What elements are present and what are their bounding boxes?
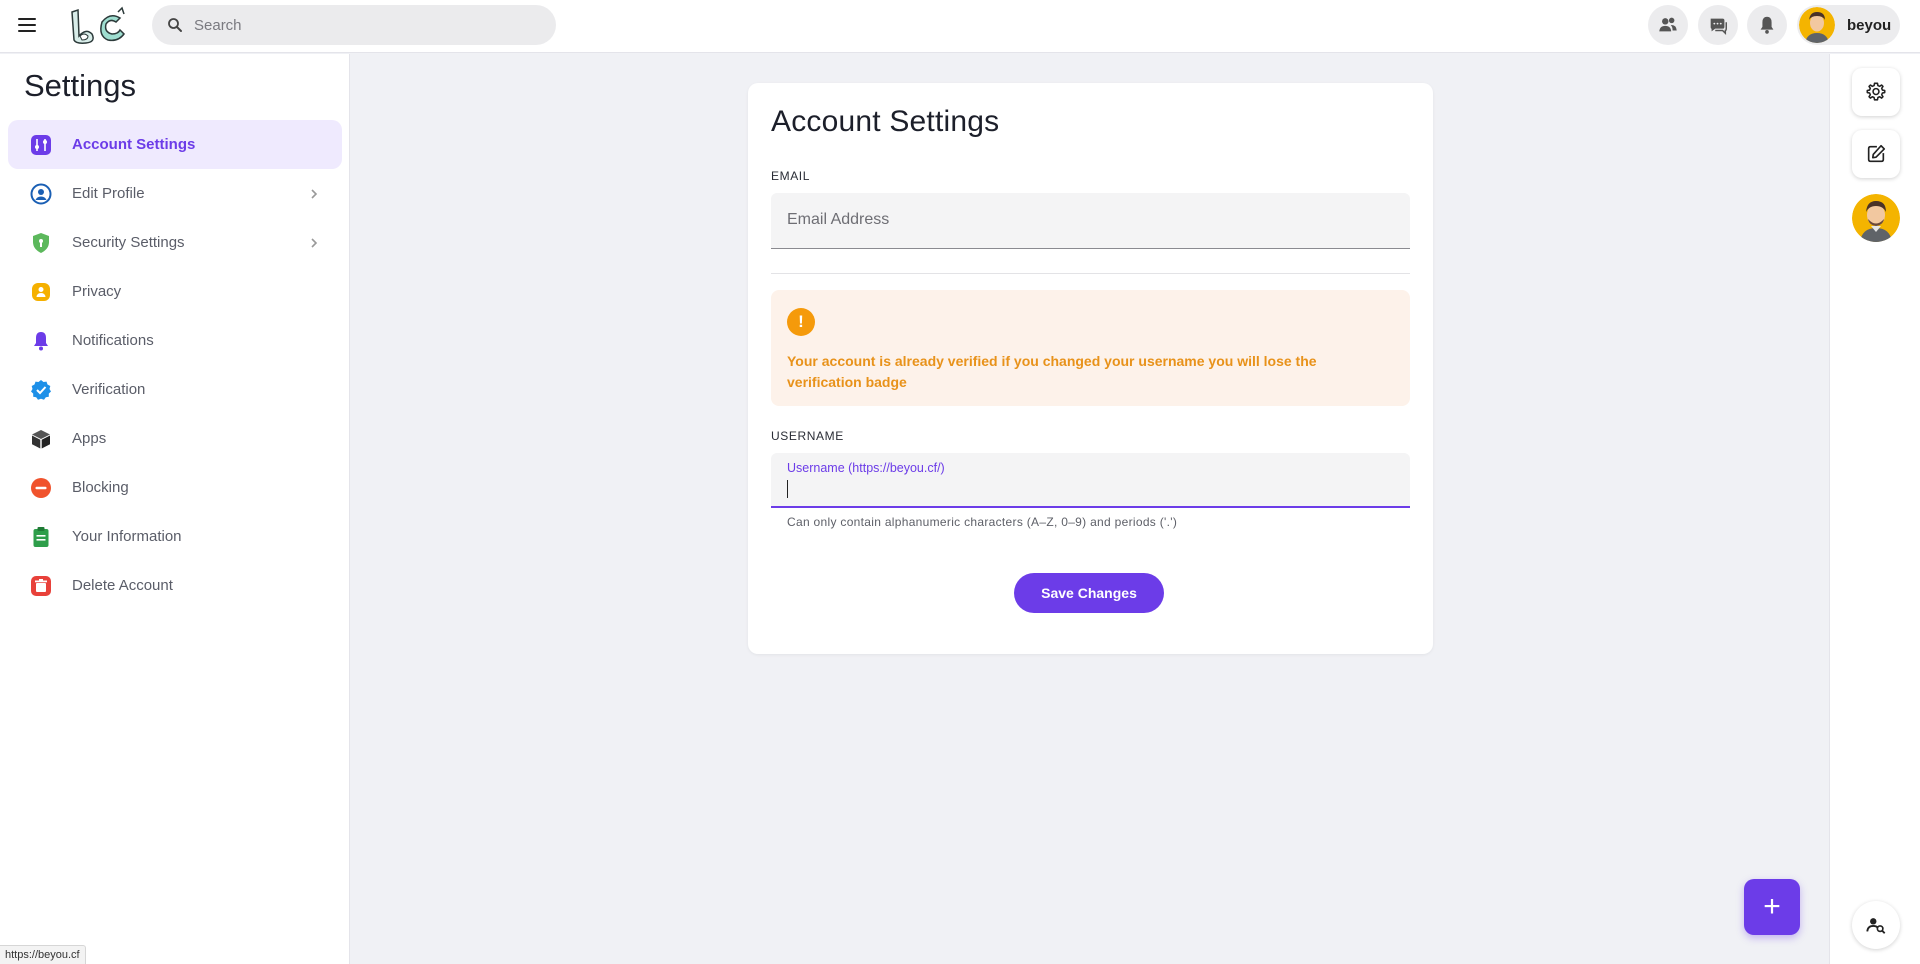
verification-warning-alert: ! Your account is already verified if yo… — [771, 290, 1410, 406]
verified-badge-icon — [30, 379, 52, 401]
notifications-bell-icon[interactable] — [1747, 5, 1787, 45]
right-rail — [1829, 54, 1920, 964]
sidebar-item-label: Edit Profile — [72, 185, 145, 202]
account-settings-card: Account Settings EMAIL ! Your account is… — [748, 83, 1433, 654]
block-icon — [30, 477, 52, 499]
search-input[interactable] — [194, 16, 534, 34]
sidebar-item-label: Account Settings — [72, 136, 196, 153]
friends-icon[interactable] — [1648, 5, 1688, 45]
chevron-right-icon — [311, 237, 318, 248]
page-title: Account Settings — [771, 105, 1000, 138]
username-field-label: Username (https://beyou.cf/) — [787, 461, 945, 475]
email-input[interactable] — [787, 211, 1387, 229]
clipboard-icon — [30, 526, 52, 548]
email-section-label: EMAIL — [771, 169, 811, 183]
menu-icon[interactable] — [14, 12, 40, 38]
sidebar-item-account-settings[interactable]: Account Settings — [8, 120, 342, 169]
sliders-icon — [30, 134, 52, 156]
email-field[interactable] — [771, 193, 1410, 249]
sidebar-item-delete-account[interactable]: Delete Account — [8, 561, 342, 610]
top-bar: beyou — [0, 0, 1920, 53]
sidebar-item-label: Verification — [72, 381, 146, 398]
divider — [771, 273, 1410, 274]
plus-icon: + — [1763, 890, 1781, 923]
username-helper-text: Can only contain alphanumeric characters… — [787, 515, 1178, 529]
privacy-icon — [30, 281, 52, 303]
sidebar-item-verification[interactable]: Verification — [8, 365, 342, 414]
profile-avatar[interactable] — [1852, 194, 1900, 242]
sidebar-item-label: Notifications — [72, 332, 154, 349]
sidebar-item-blocking[interactable]: Blocking — [8, 463, 342, 512]
edit-post-icon[interactable] — [1852, 130, 1900, 178]
username-label: beyou — [1847, 16, 1892, 34]
username-section-label: USERNAME — [771, 429, 844, 443]
sidebar-item-apps[interactable]: Apps — [8, 414, 342, 463]
settings-sidebar: Settings Account Settings Edit Profile S… — [0, 54, 350, 964]
search-bar[interactable] — [152, 5, 556, 45]
warning-icon: ! — [787, 308, 815, 336]
sidebar-item-your-information[interactable]: Your Information — [8, 512, 342, 561]
sidebar-item-label: Security Settings — [72, 234, 185, 251]
username-field[interactable]: Username (https://beyou.cf/) — [771, 453, 1410, 508]
sidebar-item-label: Apps — [72, 430, 107, 447]
sidebar-item-security-settings[interactable]: Security Settings — [8, 218, 342, 267]
sidebar-item-label: Blocking — [72, 479, 129, 496]
sidebar-item-edit-profile[interactable]: Edit Profile — [8, 169, 342, 218]
find-people-icon[interactable] — [1852, 901, 1900, 949]
trash-icon — [30, 575, 52, 597]
sidebar-item-privacy[interactable]: Privacy — [8, 267, 342, 316]
save-changes-button[interactable]: Save Changes — [1014, 573, 1164, 613]
cube-icon — [30, 428, 52, 450]
avatar — [1799, 7, 1835, 43]
messages-icon[interactable] — [1698, 5, 1738, 45]
sidebar-item-label: Privacy — [72, 283, 122, 300]
create-post-button[interactable]: + — [1744, 879, 1800, 935]
status-bar-url: https://beyou.cf — [0, 945, 86, 964]
app-logo[interactable] — [66, 6, 132, 46]
shield-icon — [30, 232, 52, 254]
sidebar-title: Settings — [24, 68, 137, 103]
user-menu[interactable]: beyou — [1797, 5, 1900, 45]
sidebar-item-label: Your Information — [72, 528, 182, 545]
sidebar-item-label: Delete Account — [72, 577, 173, 594]
search-icon — [168, 18, 182, 32]
alert-message: Your account is already verified if you … — [787, 353, 1317, 390]
chevron-right-icon — [311, 188, 318, 199]
settings-nav: Account Settings Edit Profile Security S… — [8, 120, 342, 610]
sidebar-item-notifications[interactable]: Notifications — [8, 316, 342, 365]
username-input[interactable] — [785, 479, 1385, 497]
settings-gear-icon[interactable] — [1852, 68, 1900, 116]
user-circle-icon — [30, 183, 52, 205]
bell-icon — [30, 330, 52, 352]
